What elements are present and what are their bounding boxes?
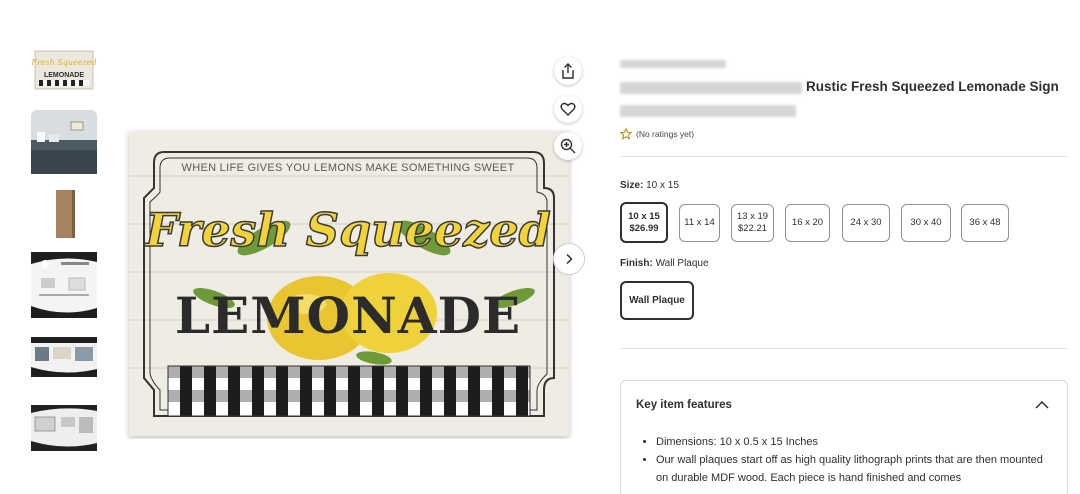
favorite-button[interactable] [554, 95, 582, 123]
size-option-24x30[interactable]: 24 x 30 [842, 204, 890, 242]
rating-text: (No ratings yet) [636, 129, 695, 139]
size-option-price: $26.99 [629, 222, 659, 234]
size-option-label: 13 x 19 [736, 211, 769, 223]
size-option-10x15[interactable]: 10 x 15 $26.99 [620, 202, 668, 243]
thumbnail-block-text: LEMONADE [44, 72, 84, 79]
heart-icon [560, 102, 576, 116]
size-option-30x40[interactable]: 30 x 40 [901, 204, 951, 242]
size-label: Size: 10 x 15 [620, 180, 679, 191]
finish-selected: Wall Plaque [655, 258, 709, 269]
thumbnail-script-text: Fresh Squeezed [31, 58, 97, 67]
thumbnail-2[interactable] [31, 110, 97, 174]
feature-item: Dimensions: 10 x 0.5 x 15 Inches [656, 433, 1056, 451]
size-option-label: 10 x 15 [628, 210, 660, 222]
brand-redacted [620, 60, 726, 68]
key-features-section: Key item features Dimensions: 10 x 0.5 x… [620, 380, 1068, 494]
next-image-button[interactable] [553, 243, 585, 275]
chevron-right-icon [566, 253, 573, 265]
size-option-label: 36 x 48 [969, 217, 1001, 229]
size-option-11x14[interactable]: 11 x 14 [679, 204, 720, 242]
sign-top-text: WHEN LIFE GIVES YOU LEMONS MAKE SOMETHIN… [182, 162, 515, 174]
thumbnail-6[interactable] [31, 405, 97, 451]
finish-label-title: Finish: [620, 258, 653, 269]
feature-item: Our wall plaques start off as high quali… [656, 451, 1056, 487]
zoom-button[interactable] [554, 132, 582, 160]
finish-option-wall-plaque[interactable]: Wall Plaque [620, 281, 694, 320]
key-features-title[interactable]: Key item features [636, 399, 732, 411]
size-option-13x19[interactable]: 13 x 19 $22.21 [731, 204, 774, 242]
size-option-label: 11 x 14 [684, 217, 715, 229]
main-product-image[interactable]: WHEN LIFE GIVES YOU LEMONS MAKE SOMETHIN… [124, 128, 573, 439]
key-features-list: Dimensions: 10 x 0.5 x 15 Inches Our wal… [656, 433, 1056, 487]
chevron-up-icon[interactable] [1034, 397, 1050, 413]
sign-block-text: LEMONADE [175, 286, 521, 345]
size-option-36x48[interactable]: 36 x 48 [961, 204, 1009, 242]
size-label-title: Size: [620, 180, 644, 191]
thumbnail-4[interactable] [31, 252, 97, 318]
zoom-icon [560, 138, 576, 154]
product-title: Rustic Fresh Squeezed Lemonade Sign [806, 79, 1059, 94]
share-button[interactable] [554, 57, 582, 85]
rating[interactable]: (No ratings yet) [620, 128, 694, 140]
sign-script-text: Fresh Squeezed [143, 203, 551, 257]
star-outline-icon [620, 128, 632, 140]
size-option-label: 30 x 40 [910, 217, 942, 229]
thumbnail-1[interactable]: Fresh Squeezed LEMONADE [31, 47, 97, 91]
size-option-label: 16 x 20 [791, 217, 824, 229]
size-option-price: $22.21 [737, 223, 768, 234]
thumbnail-3[interactable] [31, 190, 97, 240]
share-icon [562, 63, 574, 79]
finish-label: Finish: Wall Plaque [620, 258, 709, 269]
divider [620, 348, 1068, 349]
title-redacted [620, 82, 802, 94]
title-redacted-2 [620, 105, 796, 117]
divider [620, 156, 1068, 157]
size-selected: 10 x 15 [646, 180, 679, 191]
thumbnail-5[interactable] [31, 337, 97, 377]
size-option-label: 24 x 30 [850, 217, 882, 229]
size-option-16x20[interactable]: 16 x 20 [785, 204, 830, 242]
